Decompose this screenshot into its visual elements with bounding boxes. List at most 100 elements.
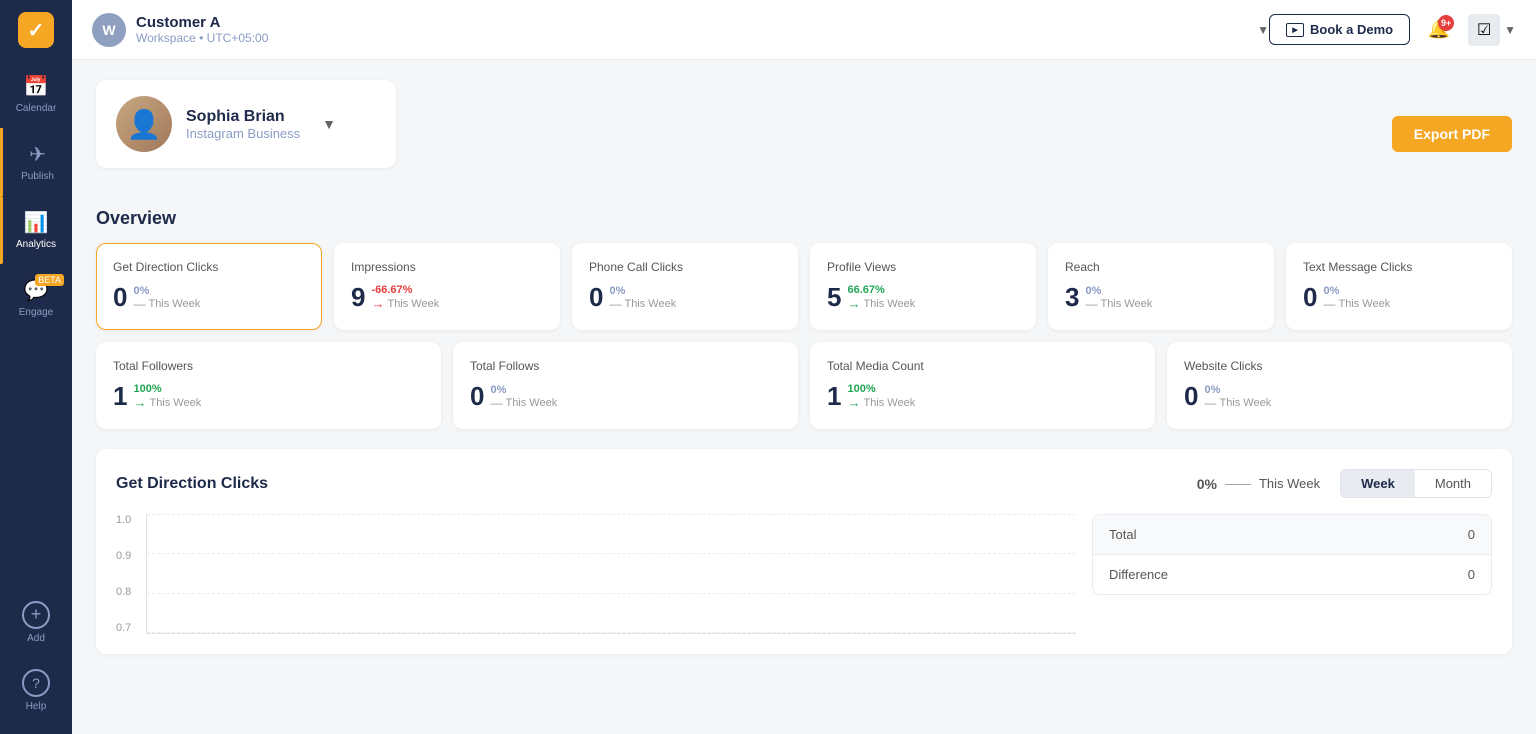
notification-badge: 9+	[1438, 15, 1454, 31]
stat-period: — This Week	[1204, 396, 1271, 410]
stat-value-row: 1 100% → This Week	[827, 381, 1138, 412]
chart-week-button[interactable]: Week	[1341, 470, 1415, 497]
dash-icon: —	[1323, 297, 1335, 311]
chart-month-button[interactable]: Month	[1415, 470, 1491, 497]
stat-card-title: Reach	[1065, 260, 1257, 274]
publish-icon: ✈	[29, 142, 46, 167]
dash-icon: —	[609, 297, 621, 311]
sidebar-item-add[interactable]: + Add	[0, 588, 72, 656]
stat-change-col: -66.67% → This Week	[371, 284, 439, 311]
user-menu[interactable]: ☑ ▼	[1468, 14, 1516, 46]
stat-pct: -66.67%	[371, 284, 439, 296]
help-icon: ?	[22, 669, 50, 697]
stat-pct: 0%	[490, 384, 557, 396]
notification-button[interactable]: 🔔 9+	[1422, 13, 1456, 47]
chart-section: Get Direction Clicks 0% —— This Week Wee…	[96, 449, 1512, 654]
sidebar-item-label: Analytics	[16, 239, 56, 250]
chart-dash: ——	[1225, 476, 1251, 491]
stat-value: 5	[827, 282, 841, 313]
chart-body: 1.0 0.9 0.8 0.7	[116, 514, 1492, 634]
profile-avatar: 👤	[116, 96, 172, 152]
stat-card-get-direction-clicks[interactable]: Get Direction Clicks 0 0% — This Week	[96, 243, 322, 330]
sidebar-logo[interactable]: ✓	[0, 0, 72, 60]
chart-header: Get Direction Clicks 0% —— This Week Wee…	[116, 469, 1492, 498]
stat-value: 3	[1065, 282, 1079, 313]
stat-card-total-follows[interactable]: Total Follows 0 0% — This Week	[453, 342, 798, 429]
workspace-icon: W	[92, 13, 126, 47]
grid-line	[147, 632, 1076, 633]
profile-card[interactable]: 👤 Sophia Brian Instagram Business ▼	[96, 80, 396, 168]
arrow-icon: →	[133, 395, 146, 410]
stat-pct: 0%	[133, 285, 200, 297]
stats-table-val: 0	[1468, 527, 1475, 542]
dash-icon: —	[490, 396, 502, 410]
sidebar-bottom: + Add ? Help	[0, 588, 72, 734]
stat-value-row: 1 100% → This Week	[113, 381, 424, 412]
stat-period: — This Week	[609, 297, 676, 311]
user-avatar-icon: ☑	[1468, 14, 1500, 46]
stat-value-row: 0 0% — This Week	[1184, 381, 1495, 412]
period-label: This Week	[863, 397, 915, 409]
sidebar-item-analytics[interactable]: 📊 Analytics	[0, 196, 72, 264]
stat-card-reach[interactable]: Reach 3 0% — This Week	[1048, 243, 1274, 330]
arrow-icon: →	[371, 296, 384, 311]
stats-grid-row2: Total Followers 1 100% → This Week Total…	[96, 342, 1512, 429]
stat-change-col: 0% — This Week	[1085, 285, 1152, 311]
stat-value-row: 0 0% — This Week	[470, 381, 781, 412]
topbar-right: ▶ Book a Demo 🔔 9+ ☑ ▼	[1269, 13, 1516, 47]
stat-change-col: 0% — This Week	[490, 384, 557, 410]
chart-stat: 0% —— This Week	[1197, 476, 1320, 492]
stat-change-col: 0% — This Week	[133, 285, 200, 311]
workspace-dropdown-icon[interactable]: ▼	[1257, 23, 1269, 37]
stat-card-title: Profile Views	[827, 260, 1019, 274]
sidebar-item-help[interactable]: ? Help	[0, 656, 72, 724]
chart-period: This Week	[1259, 476, 1320, 491]
period-label: This Week	[1338, 298, 1390, 310]
stat-value: 0	[1184, 381, 1198, 412]
stat-card-website-clicks[interactable]: Website Clicks 0 0% — This Week	[1167, 342, 1512, 429]
profile-dropdown-icon[interactable]: ▼	[322, 116, 336, 132]
stat-change-col: 0% — This Week	[1204, 384, 1271, 410]
dash-icon: —	[1085, 297, 1097, 311]
add-icon: +	[22, 601, 50, 629]
sidebar-item-engage[interactable]: 💬 Engage BETA	[0, 264, 72, 332]
chart-toggle: Week Month	[1340, 469, 1492, 498]
stat-period: → This Week	[847, 296, 915, 311]
stat-period: → This Week	[371, 296, 439, 311]
stat-card-title: Total Followers	[113, 359, 424, 373]
stat-card-title: Get Direction Clicks	[113, 260, 305, 274]
stats-table-label: Total	[1109, 527, 1468, 542]
calendar-icon: 📅	[24, 74, 49, 99]
period-label: This Week	[624, 298, 676, 310]
sidebar-item-calendar[interactable]: 📅 Calendar	[0, 60, 72, 128]
profile-name: Sophia Brian	[186, 108, 300, 126]
stat-card-total-followers[interactable]: Total Followers 1 100% → This Week	[96, 342, 441, 429]
stat-card-title: Impressions	[351, 260, 543, 274]
stats-table-row: Total 0	[1093, 515, 1491, 555]
y-label: 0.8	[116, 586, 140, 598]
grid-line	[147, 593, 1076, 594]
chart-title: Get Direction Clicks	[116, 475, 268, 493]
export-pdf-button[interactable]: Export PDF	[1392, 116, 1512, 152]
sidebar-item-publish[interactable]: ✈ Publish	[0, 128, 72, 196]
workspace-info: Customer A Workspace • UTC+05:00	[136, 14, 1249, 45]
stat-card-total-media-count[interactable]: Total Media Count 1 100% → This Week	[810, 342, 1155, 429]
stats-table-row: Difference 0	[1093, 555, 1491, 594]
stat-card-text-message-clicks[interactable]: Text Message Clicks 0 0% — This Week	[1286, 243, 1512, 330]
stats-table-val: 0	[1468, 567, 1475, 582]
book-demo-button[interactable]: ▶ Book a Demo	[1269, 14, 1410, 45]
dash-icon: —	[133, 297, 145, 311]
sidebar-item-label: Publish	[21, 171, 54, 182]
stat-value: 0	[113, 282, 127, 313]
main-content: W Customer A Workspace • UTC+05:00 ▼ ▶ B…	[72, 0, 1536, 734]
stat-pct: 100%	[133, 383, 201, 395]
period-label: This Week	[148, 298, 200, 310]
arrow-icon: →	[847, 296, 860, 311]
stat-period: → This Week	[847, 395, 915, 410]
stat-card-phone-call-clicks[interactable]: Phone Call Clicks 0 0% — This Week	[572, 243, 798, 330]
stat-card-profile-views[interactable]: Profile Views 5 66.67% → This Week	[810, 243, 1036, 330]
chart-pct: 0%	[1197, 476, 1217, 492]
logo-icon: ✓	[18, 12, 54, 48]
stat-value: 0	[470, 381, 484, 412]
stat-card-impressions[interactable]: Impressions 9 -66.67% → This Week	[334, 243, 560, 330]
